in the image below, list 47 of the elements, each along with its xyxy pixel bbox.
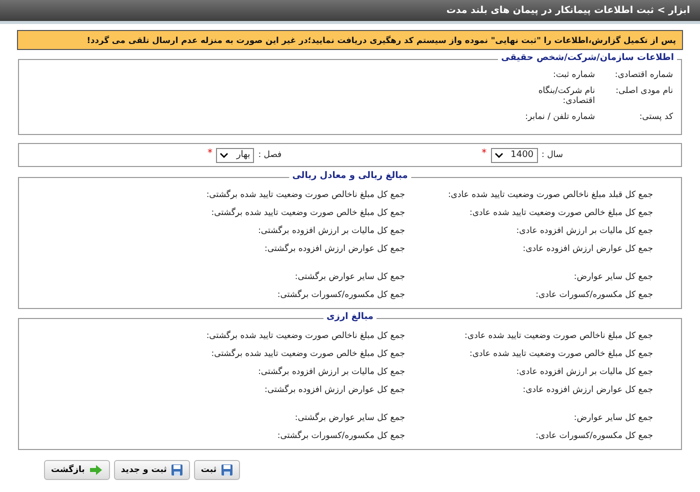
field-label: جمع کل مبلغ ناخالص صورت وضعیت تایید شده برگشتی:	[205, 190, 405, 200]
caret-icon	[494, 152, 503, 158]
section-legend: مبالغ ارزی	[324, 312, 376, 322]
field-label: کد پستی:	[638, 112, 673, 122]
field-label: جمع کل مبلغ ناخالص صورت وضعیت تایید شده برگشتی:	[205, 331, 405, 341]
field-label: نام مودی اصلی:	[614, 86, 673, 96]
form-button[interactable]: بازگشت	[44, 460, 110, 480]
field-label: شماره ثبت:	[552, 70, 595, 80]
field-label: جمع کل مبلغ خالص صورت وضعیت تایید شده برگشتی:	[210, 208, 405, 218]
select-field[interactable]: بهار	[216, 148, 254, 162]
field-label: جمع کل سایر عوارض:	[572, 272, 653, 282]
field-label: جمع کل مبلغ خالص صورت وضعیت تایید شده برگشتی:	[210, 349, 405, 359]
select-field[interactable]: 1400	[490, 148, 538, 162]
field-label: جمع کل مکسوره/کسورات برگشتی:	[276, 431, 405, 441]
field-label: شماره اقتصادی:	[614, 70, 673, 80]
field-label: جمع کل سایر عوارض:	[572, 413, 653, 423]
field-label: جمع کل مبلغ خالص صورت وضعیت تایید شده عادی:	[468, 208, 653, 218]
field-label: جمع کل مکسوره/کسورات عادی:	[534, 290, 653, 300]
field-label: جمع کل مبلغ ناخالص صورت وضعیت تایید شده عادی:	[464, 331, 653, 341]
field-label: جمع کل عوارض ارزش افزوده عادی:	[522, 385, 653, 395]
required-mark: *	[482, 148, 487, 158]
field-label: جمع کل مکسوره/کسورات برگشتی:	[276, 290, 405, 300]
arrow-icon	[88, 464, 103, 476]
section-legend: مبالغ ریالی و معادل ریالی	[289, 171, 411, 181]
field-label: جمع کل مبلغ خالص صورت وضعیت تایید شده عادی:	[468, 349, 653, 359]
form-button[interactable]: ثبت و جدید	[114, 460, 190, 480]
caret-icon	[220, 152, 228, 158]
page-title: ابزار > ثبت اطلاعات پیمانکار در پیمان های بلند مدت	[446, 5, 690, 16]
field-label: جمع کل مکسوره/کسورات عادی:	[534, 431, 653, 441]
field-label: جمع کل عوارض ارزش افزوده عادی:	[522, 244, 653, 254]
field-label: فصل :	[258, 150, 282, 160]
field-label: جمع کل عوارض ارزش افزوده برگشتی:	[264, 385, 405, 395]
warning-banner: پس از تکمیل گزارش،اطلاعات را "ثبت نهایی" نموده واز سیستم کد رهگیری دریافت نمایید؛در غیر این صورت به منزله عدم ارسال تلقی می گردد!	[17, 30, 683, 50]
form-button[interactable]: ثبت	[194, 460, 240, 480]
field-label: جمع کل مالیات بر ارزش افزوده برگشتی:	[257, 367, 405, 377]
required-mark: *	[207, 148, 212, 158]
field-label: جمع کل مالیات بر ارزش افزوده عادی:	[515, 226, 653, 236]
field-label: نام شرکت/بنگاه اقتصادی:	[537, 86, 595, 106]
field-label: سال :	[542, 150, 563, 160]
field-label: جمع کل مالیات بر ارزش افزوده عادی:	[515, 367, 653, 377]
field-label: جمع کل عوارض ارزش افزوده برگشتی:	[264, 244, 405, 254]
field-label: شماره تلفن / نمابر:	[524, 112, 595, 122]
field-label: جمع کل قبلد مبلغ ناخالص صورت وضعیت تایید شده عادی:	[446, 190, 653, 200]
section-legend: اطلاعات سازمان/شرکت/شخص حقیقی	[498, 53, 677, 63]
field-label: جمع کل سایر عوارض برگشتی:	[294, 272, 405, 282]
field-label: جمع کل مالیات بر ارزش افزوده برگشتی:	[257, 226, 405, 236]
field-label: جمع کل سایر عوارض برگشتی:	[294, 413, 405, 423]
